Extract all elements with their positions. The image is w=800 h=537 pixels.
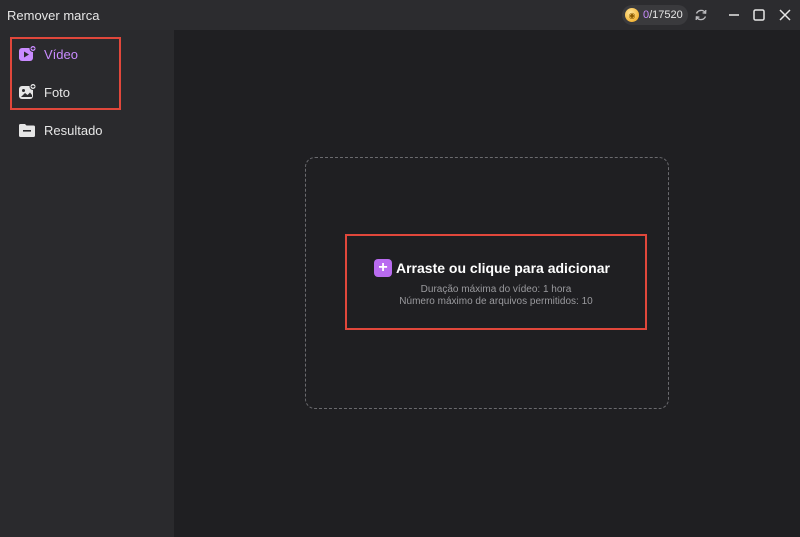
maximize-button[interactable] xyxy=(750,6,768,24)
refresh-icon[interactable] xyxy=(692,6,710,24)
credits-total: /17520 xyxy=(649,9,683,21)
sidebar-item-resultado[interactable]: Resultado xyxy=(18,119,103,141)
minimize-button[interactable] xyxy=(725,6,743,24)
max-duration-text: Duração máxima do vídeo: 1 hora xyxy=(420,284,572,295)
sidebar-item-label: Resultado xyxy=(44,122,103,138)
max-files-text: Número máximo de arquivos permitidos: 10 xyxy=(399,296,593,307)
close-button[interactable] xyxy=(776,6,794,24)
sidebar-highlight-box xyxy=(10,37,121,110)
folder-icon xyxy=(18,121,36,139)
credits-badge[interactable]: ◉ 0 /17520 xyxy=(622,5,688,25)
add-files-label: Arraste ou clique para adicionar xyxy=(396,260,610,276)
app-title: Remover marca xyxy=(7,8,100,23)
main-area: + Arraste ou clique para adicionar Duraç… xyxy=(174,30,800,537)
title-bar: Remover marca ◉ 0 /17520 xyxy=(0,0,800,30)
plus-icon: + xyxy=(374,259,392,277)
add-files-button[interactable]: + Arraste ou clique para adicionar xyxy=(374,258,610,278)
drop-highlight-box xyxy=(345,234,647,330)
sidebar: Vídeo Foto Resultado xyxy=(0,30,174,537)
coin-icon: ◉ xyxy=(625,8,639,22)
